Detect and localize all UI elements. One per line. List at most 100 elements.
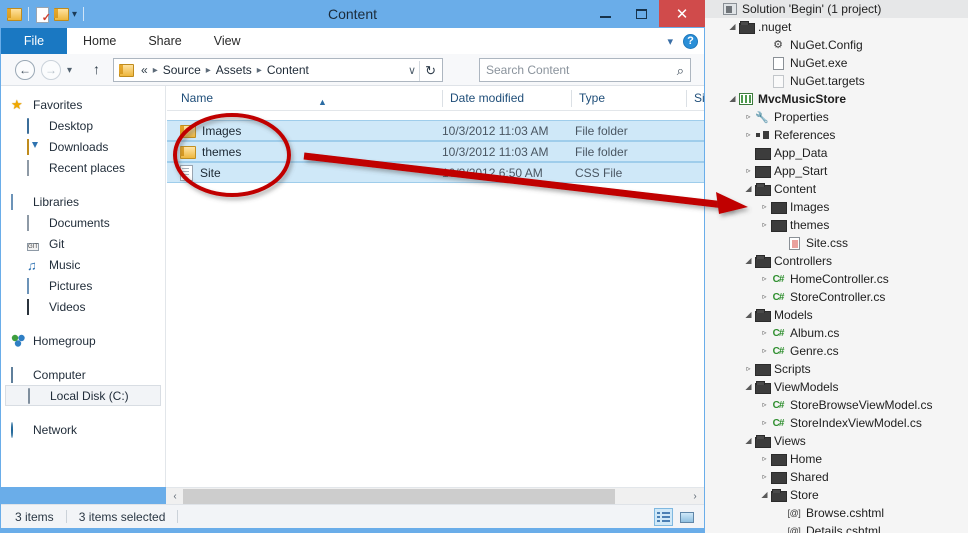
expanded-twisty-icon[interactable]: ◢: [743, 432, 754, 450]
collapsed-twisty-icon[interactable]: ▹: [743, 108, 754, 126]
collapsed-twisty-icon[interactable]: ▹: [759, 324, 770, 342]
recent-locations-icon[interactable]: ▾: [67, 65, 72, 76]
solution-tree-item-mvcmusicstore[interactable]: ◢ MvcMusicStore: [705, 90, 968, 108]
file-name-cell[interactable]: themes: [167, 145, 442, 159]
nav-item-network[interactable]: Network: [1, 419, 165, 440]
collapsed-twisty-icon[interactable]: ▹: [759, 396, 770, 414]
solution-tree-item-homecontroller-cs[interactable]: ▹ C# HomeController.cs: [705, 270, 968, 288]
refresh-icon[interactable]: ↻: [425, 63, 436, 79]
solution-tree-item-nuget-targets[interactable]: NuGet.targets: [705, 72, 968, 90]
chevron-down-icon[interactable]: ∨: [408, 64, 416, 77]
solution-explorer[interactable]: Solution 'Begin' (1 project) ◢ .nuget ⚙ NuGe…: [705, 0, 968, 533]
solution-tree-item-content[interactable]: ◢ Content: [705, 180, 968, 198]
collapsed-twisty-icon[interactable]: ▹: [743, 126, 754, 144]
nav-item-music[interactable]: ♫ Music: [1, 254, 165, 275]
chevron-down-icon[interactable]: ▾: [667, 35, 673, 48]
collapsed-twisty-icon[interactable]: ▹: [759, 198, 770, 216]
solution-tree-item-scripts[interactable]: ▹ Scripts: [705, 360, 968, 378]
solution-tree-item-details-cshtml[interactable]: [@] Details.cshtml: [705, 522, 968, 533]
collapsed-twisty-icon[interactable]: ▹: [759, 468, 770, 486]
collapsed-twisty-icon[interactable]: ▹: [743, 162, 754, 180]
expanded-twisty-icon[interactable]: ◢: [743, 252, 754, 270]
nav-item-recent-places[interactable]: Recent places: [1, 157, 165, 178]
nav-item-git[interactable]: GIT Git: [1, 233, 165, 254]
solution-tree-item-app-start[interactable]: ▹ App_Start: [705, 162, 968, 180]
navigation-pane[interactable]: ★ Favorites Desktop Downloads Recent pla…: [1, 86, 166, 487]
title-bar[interactable]: ▾ Content ✕: [0, 0, 705, 28]
table-row[interactable]: Images 10/3/2012 11:03 AM File folder: [167, 120, 704, 141]
thumbnail-view-button[interactable]: [677, 508, 696, 526]
expanded-twisty-icon[interactable]: ◢: [727, 18, 738, 36]
solution-tree-item-app-data[interactable]: App_Data: [705, 144, 968, 162]
breadcrumb-item-content[interactable]: Content: [267, 63, 309, 77]
back-button[interactable]: ←: [15, 60, 35, 80]
collapsed-twisty-icon[interactable]: ▹: [743, 360, 754, 378]
nav-item-local-disk-c[interactable]: Local Disk (C:): [5, 385, 161, 406]
expanded-twisty-icon[interactable]: ◢: [759, 486, 770, 504]
file-name-cell[interactable]: Site: [167, 165, 442, 181]
file-name-cell[interactable]: Images: [167, 124, 442, 138]
solution-tree-item-solution-begin-1-project[interactable]: Solution 'Begin' (1 project): [705, 0, 968, 18]
solution-tree-item-properties[interactable]: ▹ 🔧 Properties: [705, 108, 968, 126]
scrollbar-thumb[interactable]: [183, 489, 615, 504]
solution-tree-item-models[interactable]: ◢ Models: [705, 306, 968, 324]
solution-tree-item-home[interactable]: ▹ Home: [705, 450, 968, 468]
collapsed-twisty-icon[interactable]: ▹: [759, 450, 770, 468]
nav-item-computer[interactable]: Computer: [1, 364, 165, 385]
solution-tree-item-site-css[interactable]: Site.css: [705, 234, 968, 252]
tab-file[interactable]: File: [1, 28, 67, 54]
collapsed-twisty-icon[interactable]: ▹: [759, 216, 770, 234]
forward-button[interactable]: →: [41, 60, 61, 80]
solution-tree-item-genre-cs[interactable]: ▹ C# Genre.cs: [705, 342, 968, 360]
table-row[interactable]: Site 10/3/2012 6:50 AM CSS File: [167, 162, 704, 183]
nav-item-pictures[interactable]: Pictures: [1, 275, 165, 296]
solution-tree-item-store[interactable]: ◢ Store: [705, 486, 968, 504]
collapsed-twisty-icon[interactable]: ▹: [759, 414, 770, 432]
collapsed-twisty-icon[interactable]: ▹: [759, 270, 770, 288]
horizontal-scrollbar[interactable]: ‹ ›: [166, 487, 704, 504]
search-input[interactable]: Search Content: [480, 63, 569, 77]
column-header-date-modified[interactable]: Date modified: [442, 86, 570, 111]
solution-tree-item-browse-cshtml[interactable]: [@] Browse.cshtml: [705, 504, 968, 522]
solution-tree-item-images[interactable]: ▹ Images: [705, 198, 968, 216]
expanded-twisty-icon[interactable]: ◢: [743, 306, 754, 324]
search-box[interactable]: Search Content ⌕: [479, 58, 691, 82]
solution-tree-item-themes[interactable]: ▹ themes: [705, 216, 968, 234]
solution-tree-item-controllers[interactable]: ◢ Controllers: [705, 252, 968, 270]
close-button[interactable]: ✕: [659, 0, 705, 27]
help-icon[interactable]: ?: [683, 33, 698, 49]
expanded-twisty-icon[interactable]: ◢: [743, 378, 754, 396]
scroll-left-button[interactable]: ‹: [168, 489, 182, 504]
collapsed-twisty-icon[interactable]: ▹: [759, 288, 770, 306]
nav-item-documents[interactable]: Documents: [1, 212, 165, 233]
solution-tree-item-storecontroller-cs[interactable]: ▹ C# StoreController.cs: [705, 288, 968, 306]
breadcrumb-item-source[interactable]: Source: [163, 63, 201, 77]
solution-tree-item-nuget-exe[interactable]: NuGet.exe: [705, 54, 968, 72]
details-view-button[interactable]: [654, 508, 673, 526]
column-header-name[interactable]: Name ▲: [181, 86, 441, 111]
solution-tree-item-storeindexviewmodel-cs[interactable]: ▹ C# StoreIndexViewModel.cs: [705, 414, 968, 432]
nav-item-videos[interactable]: Videos: [1, 296, 165, 317]
column-header-type[interactable]: Type: [571, 86, 679, 111]
tab-home[interactable]: Home: [67, 28, 132, 54]
table-row[interactable]: themes 10/3/2012 11:03 AM File folder: [167, 141, 704, 162]
expanded-twisty-icon[interactable]: ◢: [743, 180, 754, 198]
solution-tree-item-nuget-config[interactable]: ⚙ NuGet.Config: [705, 36, 968, 54]
breadcrumb-item-assets[interactable]: Assets: [216, 63, 252, 77]
solution-tree-item-references[interactable]: ▹ References: [705, 126, 968, 144]
tab-share[interactable]: Share: [132, 28, 197, 54]
solution-tree-item-shared[interactable]: ▹ Shared: [705, 468, 968, 486]
solution-tree-item-views[interactable]: ◢ Views: [705, 432, 968, 450]
minimize-button[interactable]: [587, 0, 623, 27]
nav-item-desktop[interactable]: Desktop: [1, 115, 165, 136]
file-list[interactable]: Name ▲ Date modified Type Si Images 10/3…: [167, 86, 705, 487]
scroll-right-button[interactable]: ›: [688, 489, 702, 504]
solution-tree-item-viewmodels[interactable]: ◢ ViewModels: [705, 378, 968, 396]
nav-item-favorites[interactable]: ★ Favorites: [1, 94, 165, 115]
search-icon[interactable]: ⌕: [677, 63, 684, 79]
nav-item-libraries[interactable]: Libraries: [1, 191, 165, 212]
tab-view[interactable]: View: [198, 28, 257, 54]
solution-tree-item-nuget[interactable]: ◢ .nuget: [705, 18, 968, 36]
breadcrumb-overflow[interactable]: «: [138, 63, 148, 77]
up-button[interactable]: ↑: [93, 61, 100, 77]
